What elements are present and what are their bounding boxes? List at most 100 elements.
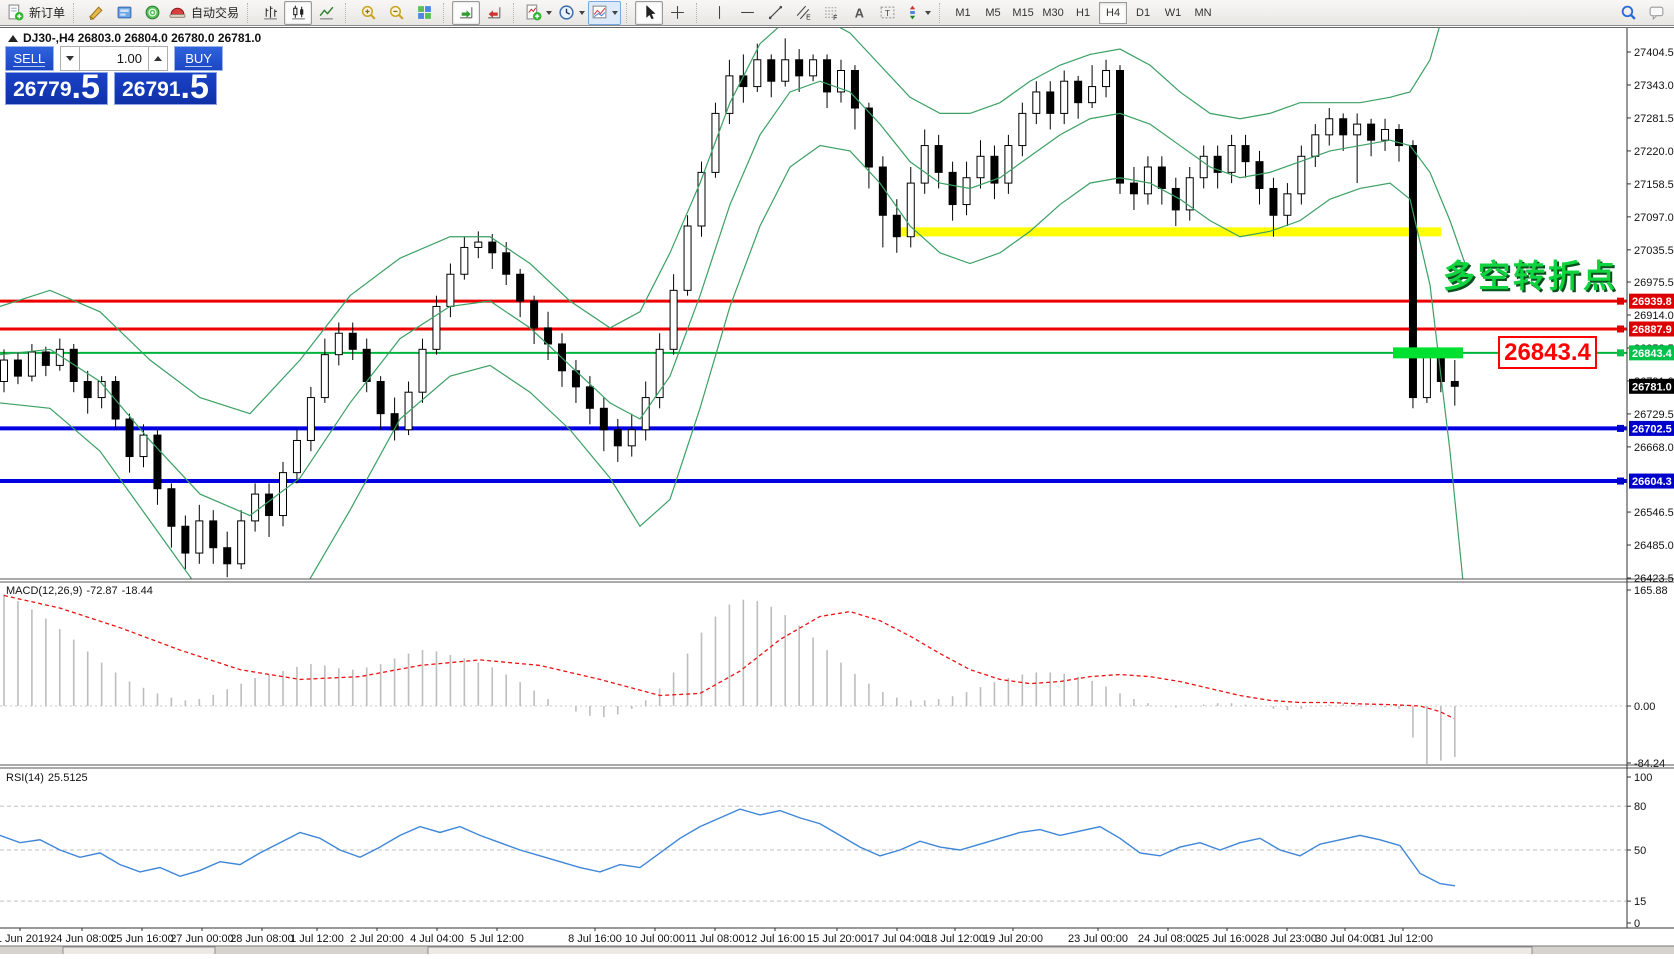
search-button[interactable] xyxy=(1614,1,1642,25)
line-anchor-square[interactable] xyxy=(1617,425,1624,432)
timeframe-h4-button[interactable]: H4 xyxy=(1099,2,1127,24)
trendline-button[interactable] xyxy=(761,1,789,25)
crayon-button[interactable] xyxy=(82,1,110,25)
volume-increase-button[interactable] xyxy=(148,46,168,71)
chart-canvas[interactable]: 多空转折点多空转折点26843.427404.527343.027281.527… xyxy=(0,27,1674,954)
time-tick-label: 11 Jul 08:00 xyxy=(685,933,744,945)
periods-button[interactable] xyxy=(555,1,588,25)
signal-button[interactable] xyxy=(138,1,166,25)
time-tick-label: 18 Jul 12:00 xyxy=(925,933,985,945)
zoom-out-button[interactable] xyxy=(382,1,410,25)
rsi-tick-label: 15 xyxy=(1634,896,1646,908)
price-tick-label: 26423.5 xyxy=(1634,573,1674,585)
price-badge-label: 26843.4 xyxy=(1632,348,1673,360)
timeframe-m1-button[interactable]: M1 xyxy=(949,2,977,24)
chart-tab[interactable] xyxy=(428,947,1532,954)
price-axis[interactable]: 27404.527343.027281.527220.027158.527097… xyxy=(1617,47,1674,930)
chat-button[interactable] xyxy=(1642,1,1670,25)
time-tick-label: 15 Jul 20:00 xyxy=(807,933,867,945)
sell-price[interactable]: 26779.5 xyxy=(5,72,108,105)
time-tick-label: 8 Jul 16:00 xyxy=(568,933,622,945)
text-icon: A xyxy=(851,4,868,21)
fibonacci-icon: F xyxy=(823,4,840,21)
svg-text:A: A xyxy=(854,5,863,20)
trendline-icon xyxy=(767,4,784,21)
time-tick-label: 4 Jul 04:00 xyxy=(410,933,464,945)
zoom-in-button[interactable] xyxy=(354,1,382,25)
collapse-triangle-icon[interactable] xyxy=(8,35,18,42)
price-tick-label: 26975.5 xyxy=(1634,277,1674,289)
pivot-annotation-text[interactable]: 多空转折点 xyxy=(1443,258,1618,294)
chart-shift-button[interactable] xyxy=(480,1,508,25)
buy-price[interactable]: 26791.5 xyxy=(114,72,217,105)
line-anchor-square[interactable] xyxy=(1617,298,1624,305)
timeframe-m5-button[interactable]: M5 xyxy=(979,2,1007,24)
templates-icon xyxy=(591,4,608,21)
chart-tab[interactable] xyxy=(63,947,215,954)
rsi-pane[interactable] xyxy=(0,806,1627,901)
time-axis[interactable]: 21 Jun 201924 Jun 08:0025 Jun 16:0027 Ju… xyxy=(0,928,1433,945)
bollinger-lower xyxy=(0,146,1465,618)
crosshair-button[interactable] xyxy=(663,1,691,25)
line-chart-icon xyxy=(318,4,335,21)
autotrade-button[interactable]: 自动交易 xyxy=(166,1,242,25)
channel-button[interactable]: E xyxy=(789,1,817,25)
vline-button[interactable] xyxy=(705,1,733,25)
line-anchor-square[interactable] xyxy=(1617,349,1624,356)
price-tick-label: 27281.5 xyxy=(1634,113,1674,125)
crosshair-icon xyxy=(669,4,686,21)
text-button[interactable]: A xyxy=(845,1,873,25)
chat-icon xyxy=(1648,4,1665,21)
arrows-button[interactable] xyxy=(901,1,934,25)
chevron-down-icon xyxy=(612,11,618,15)
macd-histogram xyxy=(4,594,1455,765)
time-tick-label: 27 Jun 00:00 xyxy=(170,933,234,945)
candle-chart-button[interactable] xyxy=(284,1,312,25)
price-tick-label: 27035.5 xyxy=(1634,245,1674,257)
sell-button[interactable]: SELL xyxy=(5,46,54,71)
auto-scroll-button[interactable] xyxy=(452,1,480,25)
indicators-button[interactable] xyxy=(522,1,555,25)
templates-button[interactable] xyxy=(588,1,621,25)
macd-pane[interactable] xyxy=(0,594,1627,765)
fibonacci-button[interactable]: F xyxy=(817,1,845,25)
bar-chart-icon xyxy=(262,4,279,21)
timeframe-w1-button[interactable]: W1 xyxy=(1159,2,1187,24)
price-tick-label: 27097.0 xyxy=(1634,212,1674,224)
toolbar: 新订单 自动交易 EFAT M1M5M15M30H1H4D1W1MN xyxy=(0,0,1674,26)
time-tick-label: 10 Jul 00:00 xyxy=(625,933,685,945)
time-tick-label: 28 Jul 23:00 xyxy=(1257,933,1317,945)
main-price-pane[interactable]: 多空转折点多空转折点26843.4 xyxy=(0,27,1627,617)
timeframe-d1-button[interactable]: D1 xyxy=(1129,2,1157,24)
line-anchor-square[interactable] xyxy=(1617,325,1624,332)
chart-shift-icon xyxy=(486,4,503,21)
line-anchor-square[interactable] xyxy=(1617,478,1624,485)
time-tick-label: 5 Jul 12:00 xyxy=(470,933,524,945)
price-badge-label: 26781.0 xyxy=(1632,381,1672,393)
tile-windows-button[interactable] xyxy=(410,1,438,25)
time-tick-label: 24 Jul 08:00 xyxy=(1138,933,1198,945)
timeframe-m30-button[interactable]: M30 xyxy=(1039,2,1067,24)
text-label-button[interactable]: T xyxy=(873,1,901,25)
new-order-button[interactable]: 新订单 xyxy=(4,1,68,25)
toolbar-separator xyxy=(939,3,945,23)
time-tick-label: 25 Jun 16:00 xyxy=(110,933,174,945)
auto-scroll-icon xyxy=(458,4,475,21)
timeframe-m15-button[interactable]: M15 xyxy=(1009,2,1037,24)
cursor-icon xyxy=(641,4,658,21)
price-tick-label: 26668.0 xyxy=(1634,442,1674,454)
chevron-down-icon xyxy=(546,11,552,15)
market-watch-button[interactable] xyxy=(110,1,138,25)
timeframe-h1-button[interactable]: H1 xyxy=(1069,2,1097,24)
chart-window[interactable]: DJ30-,H4 26803.0 26804.0 26780.0 26781.0… xyxy=(0,27,1674,954)
hline-button[interactable] xyxy=(733,1,761,25)
time-tick-label: 28 Jun 08:00 xyxy=(230,933,294,945)
timeframe-mn-button[interactable]: MN xyxy=(1189,2,1217,24)
arrows-icon xyxy=(904,4,921,21)
time-tick-label: 31 Jul 12:00 xyxy=(1373,933,1433,945)
cursor-button[interactable] xyxy=(635,1,663,25)
bar-chart-button[interactable] xyxy=(256,1,284,25)
line-chart-button[interactable] xyxy=(312,1,340,25)
horizontal-line-objects[interactable] xyxy=(0,301,1627,481)
time-tick-label: 23 Jul 00:00 xyxy=(1068,933,1128,945)
